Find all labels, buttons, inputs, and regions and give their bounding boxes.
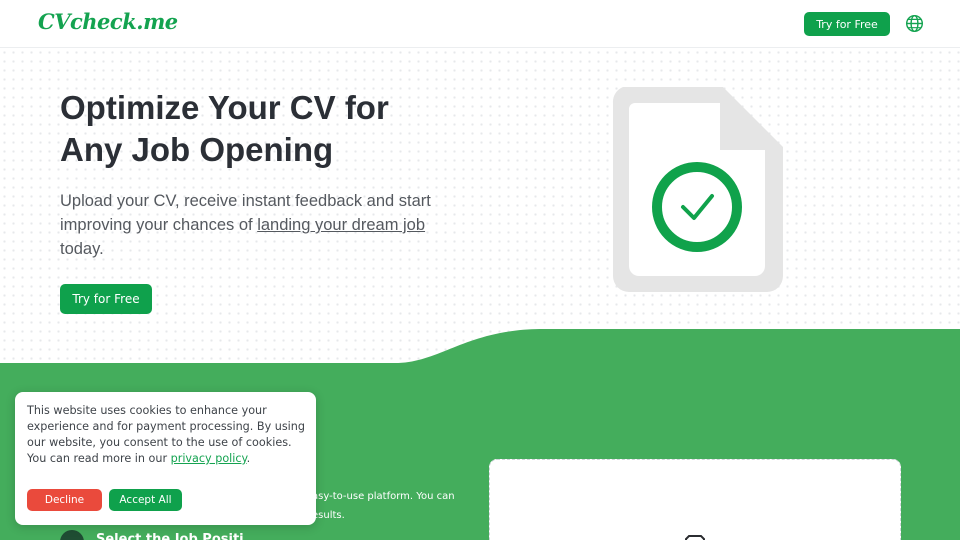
hero-title-line2: Any Job Opening [60,131,334,168]
hero-title-line1: Optimize Your CV for [60,89,389,126]
cookie-message-end: . [246,452,251,465]
hero-try-free-button[interactable]: Try for Free [60,284,152,314]
upload-card[interactable] [489,459,901,540]
site-header: CVcheck.me Try for Free [0,0,960,48]
hero-subtitle-end: today. [60,240,104,258]
cookie-message: This website uses cookies to enhance you… [27,403,309,467]
green-section-description: asy-to-use platform. You can esults. [312,491,455,521]
hero-title: Optimize Your CV for Any Job Opening [60,87,480,171]
document-check-icon [612,87,783,292]
dream-job-link[interactable]: landing your dream job [257,216,425,234]
upload-icon [685,535,705,540]
cookie-message-text: This website uses cookies to enhance you… [27,404,305,465]
globe-icon[interactable] [905,14,924,33]
hero-subtitle: Upload your CV, receive instant feedback… [60,189,460,261]
accept-all-button[interactable]: Accept All [109,489,182,511]
logo[interactable]: CVcheck.me [38,9,178,34]
step-label: Select the Job Positi [96,532,244,540]
header-try-free-button[interactable]: Try for Free [804,12,890,36]
cookie-banner: This website uses cookies to enhance you… [15,392,316,525]
decline-button[interactable]: Decline [27,489,102,511]
privacy-policy-link[interactable]: privacy policy [171,452,247,465]
